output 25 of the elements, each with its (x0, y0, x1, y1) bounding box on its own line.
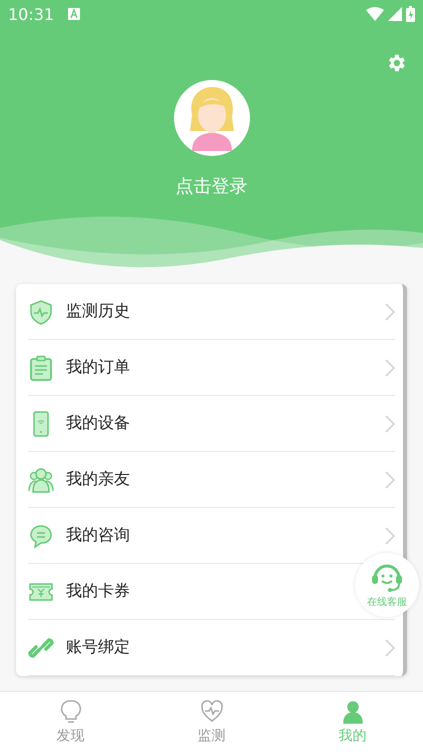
signal-icon (388, 7, 402, 21)
chevron-right-icon (385, 638, 395, 656)
menu-item-label[interactable]: 我的卡券 (66, 581, 130, 602)
clipboard-icon (28, 354, 54, 380)
chevron-right-icon (385, 470, 395, 488)
chevron-right-icon (385, 358, 395, 376)
menu-item-label[interactable]: 我的亲友 (66, 469, 130, 490)
people-icon (28, 466, 54, 492)
battery-icon (406, 6, 415, 22)
light-bulb-icon (58, 699, 82, 725)
menu-item-label[interactable]: 我的咨询 (66, 525, 130, 546)
menu-item-label[interactable]: 我的订单 (66, 357, 130, 378)
menu-item-label[interactable]: 我的设备 (66, 413, 130, 434)
chat-bubble-icon (28, 522, 54, 548)
menu-item-label[interactable]: 监测历史 (66, 301, 130, 322)
chevron-right-icon (385, 526, 395, 544)
status-time: 10:31 (8, 4, 54, 24)
shield-icon (28, 298, 54, 324)
person-icon (340, 699, 364, 725)
wifi-icon (366, 7, 384, 21)
headset-smile-icon (369, 562, 405, 594)
chevron-right-icon (385, 414, 395, 432)
notification-icon (68, 8, 80, 20)
chevron-right-icon (385, 302, 395, 320)
menu-item-label[interactable]: 账号绑定 (66, 637, 130, 658)
